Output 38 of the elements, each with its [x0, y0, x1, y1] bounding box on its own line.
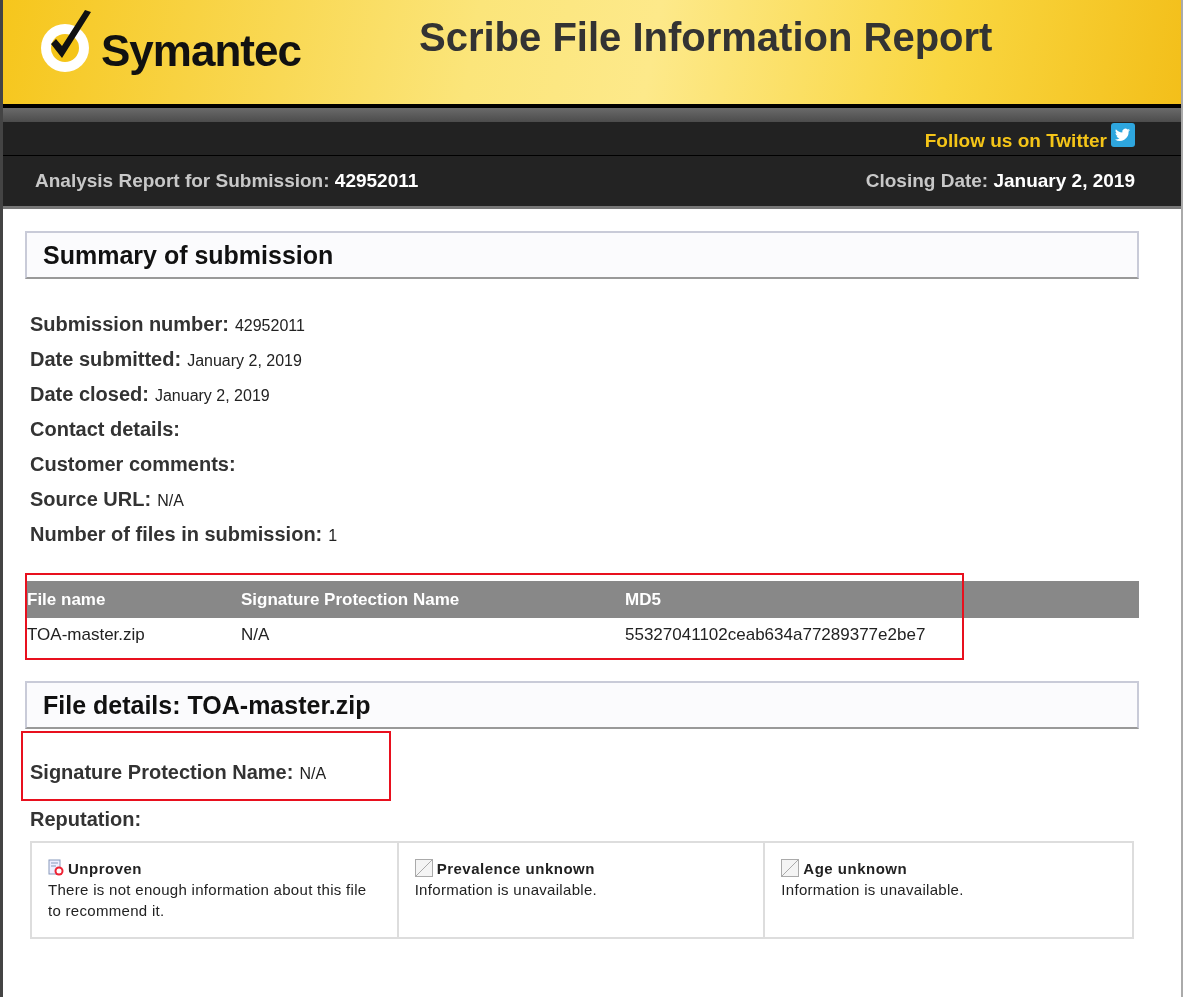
field-label: Number of files in submission: — [30, 523, 323, 546]
column-header: Signature Protection Name — [241, 589, 460, 609]
table-cell: N/A — [241, 624, 270, 644]
broken-image-icon — [781, 859, 800, 877]
reputation-description: Information is unavailable. — [781, 880, 965, 900]
section-heading: Summary of submission — [43, 240, 334, 270]
reputation-description: Information is unavailable. — [414, 880, 599, 900]
field-value: 42952011 — [234, 317, 305, 335]
field-value: N/A — [157, 492, 184, 510]
broken-image-icon — [414, 859, 433, 877]
field-label: Date closed: — [30, 383, 149, 406]
reputation-title: Age unknown — [803, 860, 908, 877]
field-label: Submission number: — [30, 313, 229, 336]
field-label: Customer comments: — [30, 453, 236, 476]
field-label: Contact details: — [30, 418, 181, 441]
section-heading: File details: TOA-master.zip — [43, 690, 371, 720]
column-header: MD5 — [625, 589, 661, 609]
reputation-title: Unproven — [68, 860, 142, 877]
reputation-title: Prevalence unknown — [436, 860, 595, 877]
field-label: Date submitted: — [30, 348, 182, 371]
twitter-link[interactable]: Follow us on Twitter — [924, 129, 1107, 152]
field-value: N/A — [299, 765, 327, 783]
table-cell: TOA-master.zip — [27, 624, 145, 644]
field-label: Source URL: — [30, 488, 152, 511]
table-cell: 55327041102ceab634a77289377e2be7 — [625, 624, 926, 644]
reputation-label: Reputation: — [30, 808, 143, 831]
submission-label: Analysis Report for Submission: 42952011 — [35, 170, 419, 192]
report-title: Scribe File Information Report — [419, 14, 993, 60]
field-value: January 2, 2019 — [154, 387, 270, 405]
bird-icon[interactable] — [1111, 122, 1135, 147]
column-header: File name — [27, 589, 106, 609]
field-value: 1 — [328, 527, 338, 545]
reputation-description: There is not enough information about this file to recommend it. — [48, 880, 368, 921]
field-value: January 2, 2019 — [187, 352, 302, 370]
document-warning-icon — [48, 859, 64, 877]
closing-date-label: Closing Date: January 2, 2019 — [865, 170, 1135, 192]
field-label: Signature Protection Name: — [30, 761, 294, 784]
logo-text: Symantec — [101, 26, 301, 76]
